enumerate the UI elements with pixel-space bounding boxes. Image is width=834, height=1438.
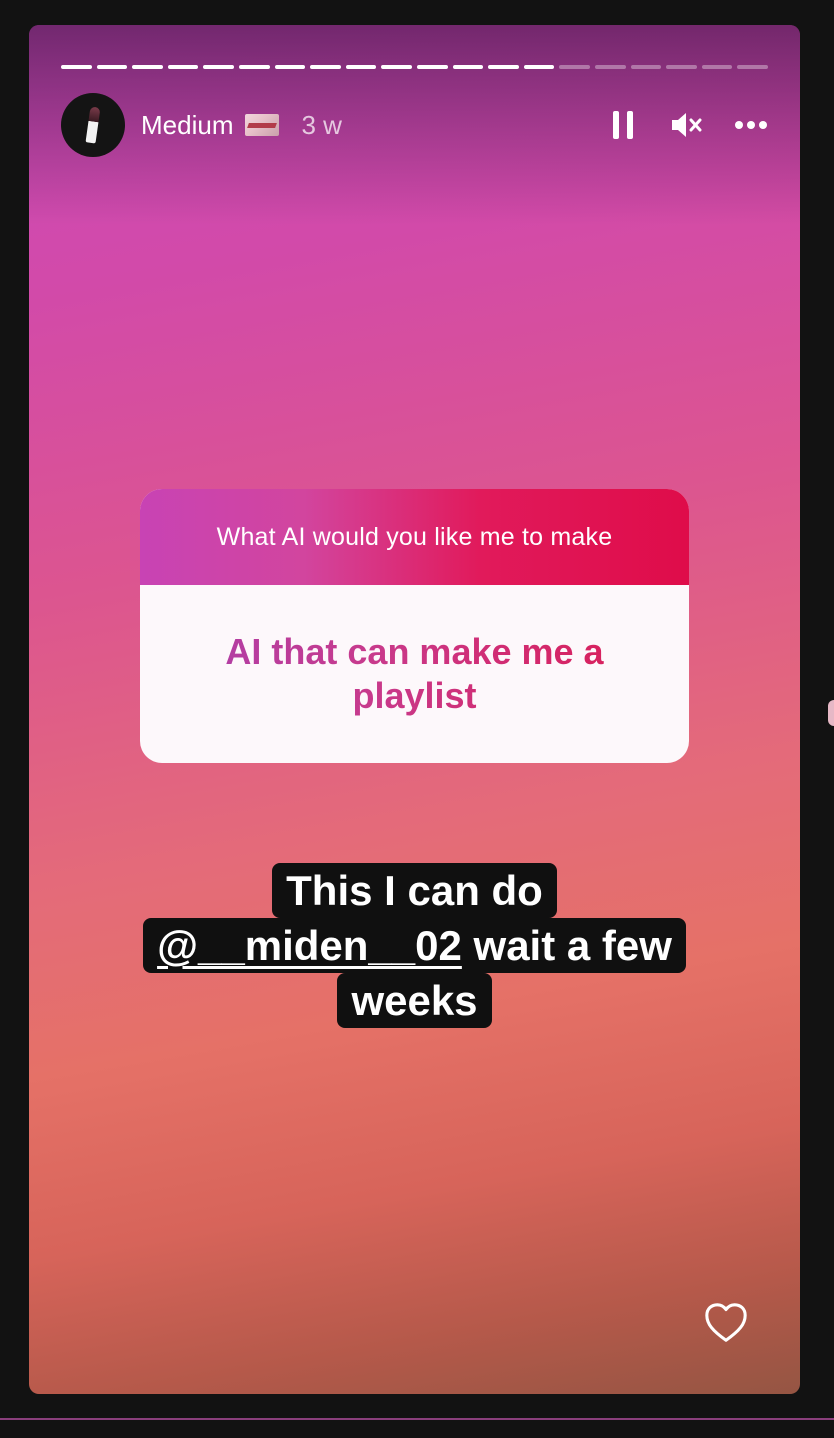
next-story-indicator[interactable] — [828, 700, 834, 726]
progress-segment — [203, 65, 234, 69]
story-caption: This I can do @__miden__02 wait a few we… — [29, 863, 800, 1028]
progress-segment — [238, 65, 270, 69]
progress-segment — [61, 65, 92, 69]
username[interactable]: Medium — [141, 110, 233, 140]
progress-segment — [701, 65, 733, 69]
avatar[interactable] — [61, 93, 125, 157]
progress-segment — [167, 65, 199, 69]
story-viewer: Medium 3 w What AI would you like me to … — [0, 0, 834, 1438]
progress-segment — [523, 65, 555, 69]
caption-line-1: This I can do — [272, 863, 557, 918]
muted-speaker-icon — [672, 113, 702, 137]
progress-segment — [666, 65, 697, 69]
timestamp: 3 w — [301, 109, 342, 140]
caption-line-2-text: wait a few — [461, 922, 672, 969]
more-options-icon — [735, 121, 767, 129]
answer-text: AI that can make me a playlist — [200, 630, 629, 718]
pause-icon — [613, 111, 633, 139]
progress-segment — [381, 65, 412, 69]
bottom-divider — [0, 1418, 834, 1420]
flag-icon — [245, 114, 280, 136]
caption-line-2: @__miden__02 wait a few — [143, 918, 686, 973]
avatar-figure — [85, 106, 101, 144]
mute-button[interactable] — [670, 108, 704, 142]
caption-line-3: weeks — [337, 973, 492, 1028]
progress-segment — [630, 65, 662, 69]
heart-icon[interactable] — [703, 1300, 749, 1346]
progress-segment — [345, 65, 377, 69]
user-mention-link[interactable]: @__miden__02 — [157, 922, 462, 969]
progress-segment — [274, 65, 306, 69]
progress-segment — [132, 65, 163, 69]
pause-button[interactable] — [606, 108, 640, 142]
more-options-button[interactable] — [734, 108, 768, 142]
progress-segment — [737, 65, 768, 69]
progress-segment — [310, 65, 341, 69]
answer-area: AI that can make me a playlist — [140, 585, 689, 763]
story-progress-bar — [61, 65, 768, 69]
progress-segment — [96, 65, 128, 69]
question-header: What AI would you like me to make — [140, 489, 689, 585]
question-text: What AI would you like me to make — [216, 523, 613, 551]
progress-segment — [594, 65, 626, 69]
progress-segment — [452, 65, 484, 69]
story-header: Medium 3 w — [61, 93, 768, 157]
progress-segment — [488, 65, 519, 69]
progress-segment — [416, 65, 448, 69]
question-sticker[interactable]: What AI would you like me to make AI tha… — [140, 489, 689, 763]
progress-segment — [559, 65, 590, 69]
story-controls — [606, 108, 768, 142]
story-frame[interactable]: Medium 3 w What AI would you like me to … — [29, 25, 800, 1394]
